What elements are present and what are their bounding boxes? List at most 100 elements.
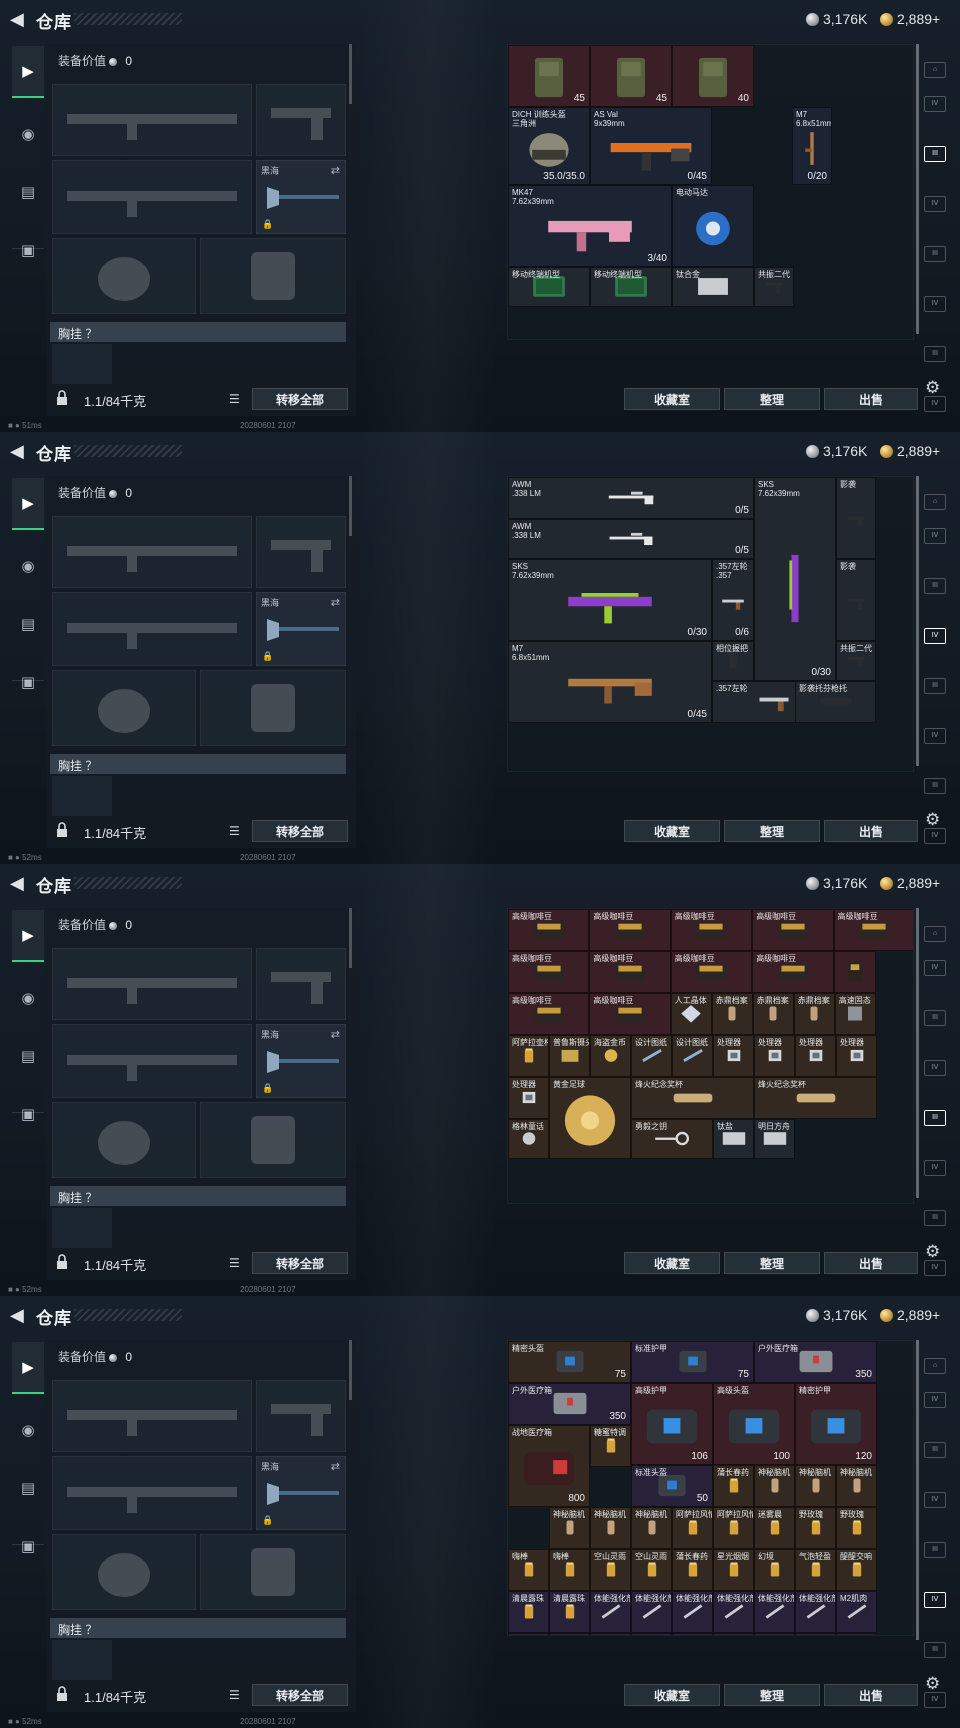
transfer-all-button[interactable]: 转移全部 xyxy=(252,1684,348,1706)
transfer-all-button[interactable]: 转移全部 xyxy=(252,820,348,842)
chest-rig-slot[interactable] xyxy=(52,1640,112,1680)
storage-page-icon[interactable]: III xyxy=(924,346,946,362)
inventory-item[interactable]: 烽火纪念奖杯 xyxy=(631,1077,754,1119)
inventory-item[interactable]: 户外医疗箱 350 xyxy=(754,1341,877,1383)
inventory-item[interactable]: 嗨棒 xyxy=(549,1549,590,1591)
primary-weapon-slot[interactable] xyxy=(52,948,252,1020)
inventory-item[interactable]: 体能强化剂 xyxy=(672,1591,713,1633)
storage-page-icon[interactable]: III xyxy=(924,778,946,794)
tab-weapons[interactable]: ▶ xyxy=(12,1342,44,1394)
inventory-item[interactable]: 体能强化剂 xyxy=(713,1591,754,1633)
helmet-slot[interactable] xyxy=(52,1102,196,1178)
pistol-slot[interactable] xyxy=(256,1380,346,1452)
inventory-item[interactable]: 星光烟烟 xyxy=(713,1549,754,1591)
inventory-item[interactable]: 精密头盔 75 xyxy=(508,1341,631,1383)
list-icon[interactable]: ☰ xyxy=(229,1256,243,1270)
body-armor-slot[interactable] xyxy=(200,238,346,314)
inventory-scrollbar[interactable] xyxy=(916,1340,919,1640)
inventory-item[interactable]: 40 xyxy=(672,45,754,107)
inventory-item[interactable]: 高级咖啡豆 xyxy=(670,951,753,993)
inventory-item[interactable]: 45 xyxy=(508,45,590,107)
chest-rig-slot[interactable] xyxy=(52,776,112,816)
melee-slot[interactable]: 黑海 ⇄ 🔒 xyxy=(256,160,346,234)
collection-button[interactable]: 收藏室 xyxy=(624,1252,720,1274)
inventory-item[interactable]: 高级咖啡豆 xyxy=(589,951,671,993)
inventory-item[interactable]: 海盗金币 xyxy=(590,1035,631,1077)
storage-page-icon[interactable]: III xyxy=(924,1642,946,1658)
melee-slot[interactable]: 黑海 ⇄ 🔒 xyxy=(256,1024,346,1098)
inventory-item[interactable]: 移动终端机型 xyxy=(590,267,672,307)
secondary-weapon-slot[interactable] xyxy=(52,592,252,666)
gear-icon[interactable]: ⚙ xyxy=(925,1242,940,1262)
tab-bag[interactable]: ▣ xyxy=(12,224,44,276)
tab-armor[interactable]: ◉ xyxy=(12,108,44,160)
storage-home-icon[interactable]: ⌂ xyxy=(924,926,946,942)
inventory-item[interactable]: 野玫瑰 xyxy=(836,1507,877,1549)
inventory-item[interactable]: 体能强化剂 xyxy=(590,1591,631,1633)
inventory-item[interactable]: 共振二代 xyxy=(754,267,794,307)
storage-page-icon[interactable]: III xyxy=(924,146,946,162)
inventory-item[interactable]: 影袭 xyxy=(836,559,876,641)
storage-page-icon[interactable]: IV xyxy=(924,1160,946,1176)
inventory-item[interactable]: 感知强化剂 xyxy=(631,1633,672,1635)
storage-page-icon[interactable]: IV xyxy=(924,728,946,744)
inventory-item[interactable]: 阿萨拉壶杯 xyxy=(508,1035,549,1077)
tab-documents[interactable]: ▤ xyxy=(12,166,44,218)
inventory-item[interactable]: 移动终端机型 xyxy=(508,267,590,307)
storage-page-icon[interactable]: IV xyxy=(924,1492,946,1508)
inventory-item[interactable]: 高级咖啡豆 xyxy=(752,951,834,993)
inventory-item[interactable]: 烽火纪念奖杯 xyxy=(754,1077,877,1119)
gear-icon[interactable]: ⚙ xyxy=(925,1674,940,1694)
inventory-item[interactable]: 高级咖啡豆 xyxy=(508,909,590,951)
inventory-item[interactable]: 高级咖啡豆 xyxy=(508,993,590,1035)
inventory-item[interactable]: 神秘脑机 xyxy=(590,1507,631,1549)
inventory-scrollbar[interactable] xyxy=(916,476,919,766)
inventory-item[interactable]: M2肌肉 xyxy=(508,1633,549,1635)
storage-page-icon[interactable]: III xyxy=(924,1542,946,1558)
inventory-item[interactable]: 共振二代 xyxy=(836,641,876,681)
inventory-item[interactable]: 清晨露珠 xyxy=(508,1591,549,1633)
equipment-scrollbar[interactable] xyxy=(349,1340,352,1400)
storage-home-icon[interactable]: ⌂ xyxy=(924,62,946,78)
storage-home-icon[interactable]: ⌂ xyxy=(924,494,946,510)
storage-page-icon[interactable]: IV xyxy=(924,1592,946,1608)
inventory-item[interactable]: M7 6.8x51mm 0/45 xyxy=(508,641,712,723)
gold-currency[interactable]: 2,889 + xyxy=(880,441,940,461)
tab-bag[interactable]: ▣ xyxy=(12,1088,44,1140)
inventory-item[interactable]: 醍醍交响 xyxy=(836,1549,877,1591)
chest-rig-slot[interactable] xyxy=(52,344,112,384)
inventory-scrollbar[interactable] xyxy=(916,44,919,334)
inventory-item[interactable]: AS Val 9x39mm 0/45 xyxy=(590,107,712,185)
list-icon[interactable]: ☰ xyxy=(229,1688,243,1702)
inventory-item[interactable]: MK47 7.62x39mm 3/40 xyxy=(508,185,672,267)
gear-icon[interactable]: ⚙ xyxy=(925,378,940,398)
swap-icon[interactable]: ⇄ xyxy=(331,596,340,609)
tab-bag[interactable]: ▣ xyxy=(12,656,44,708)
inventory-item[interactable]: 赤鼎档案 xyxy=(752,993,794,1035)
inventory-item[interactable]: 相位握把 xyxy=(712,641,754,681)
swap-icon[interactable]: ⇄ xyxy=(331,164,340,177)
storage-page-icon[interactable]: IV xyxy=(924,528,946,544)
tab-armor[interactable]: ◉ xyxy=(12,1404,44,1456)
inventory-item[interactable]: 体能强化剂 xyxy=(754,1591,795,1633)
inventory-item[interactable]: 蒲长春药 xyxy=(713,1465,754,1507)
collection-button[interactable]: 收藏室 xyxy=(624,1684,720,1706)
tab-documents[interactable]: ▤ xyxy=(12,1462,44,1514)
inventory-item[interactable]: AWM .338 LM 0/5 xyxy=(508,477,754,519)
inventory-item[interactable]: 神秘脑机 xyxy=(549,1507,590,1549)
inventory-item[interactable]: 高级咖啡豆 xyxy=(508,951,590,993)
secondary-weapon-slot[interactable] xyxy=(52,1024,252,1098)
inventory-item[interactable]: 战地医疗箱 800 xyxy=(508,1425,590,1507)
inventory-item[interactable]: 神秘脑机 xyxy=(836,1465,877,1507)
inventory-item[interactable]: 普罗选择 xyxy=(795,1633,836,1635)
inventory-item[interactable]: 赤鼎档案 xyxy=(711,993,753,1035)
body-armor-slot[interactable] xyxy=(200,1534,346,1610)
storage-page-icon[interactable]: IV xyxy=(924,960,946,976)
inventory-item[interactable]: 影袭 xyxy=(836,477,876,559)
gold-plus[interactable]: + xyxy=(932,875,940,891)
inventory-item[interactable]: 赤鼎档案 xyxy=(793,993,835,1035)
inventory-item[interactable]: 高级咖啡豆 xyxy=(670,909,753,951)
list-icon[interactable]: ☰ xyxy=(229,824,243,838)
tab-armor[interactable]: ◉ xyxy=(12,972,44,1024)
back-arrow-icon[interactable]: ◀ xyxy=(10,441,28,461)
